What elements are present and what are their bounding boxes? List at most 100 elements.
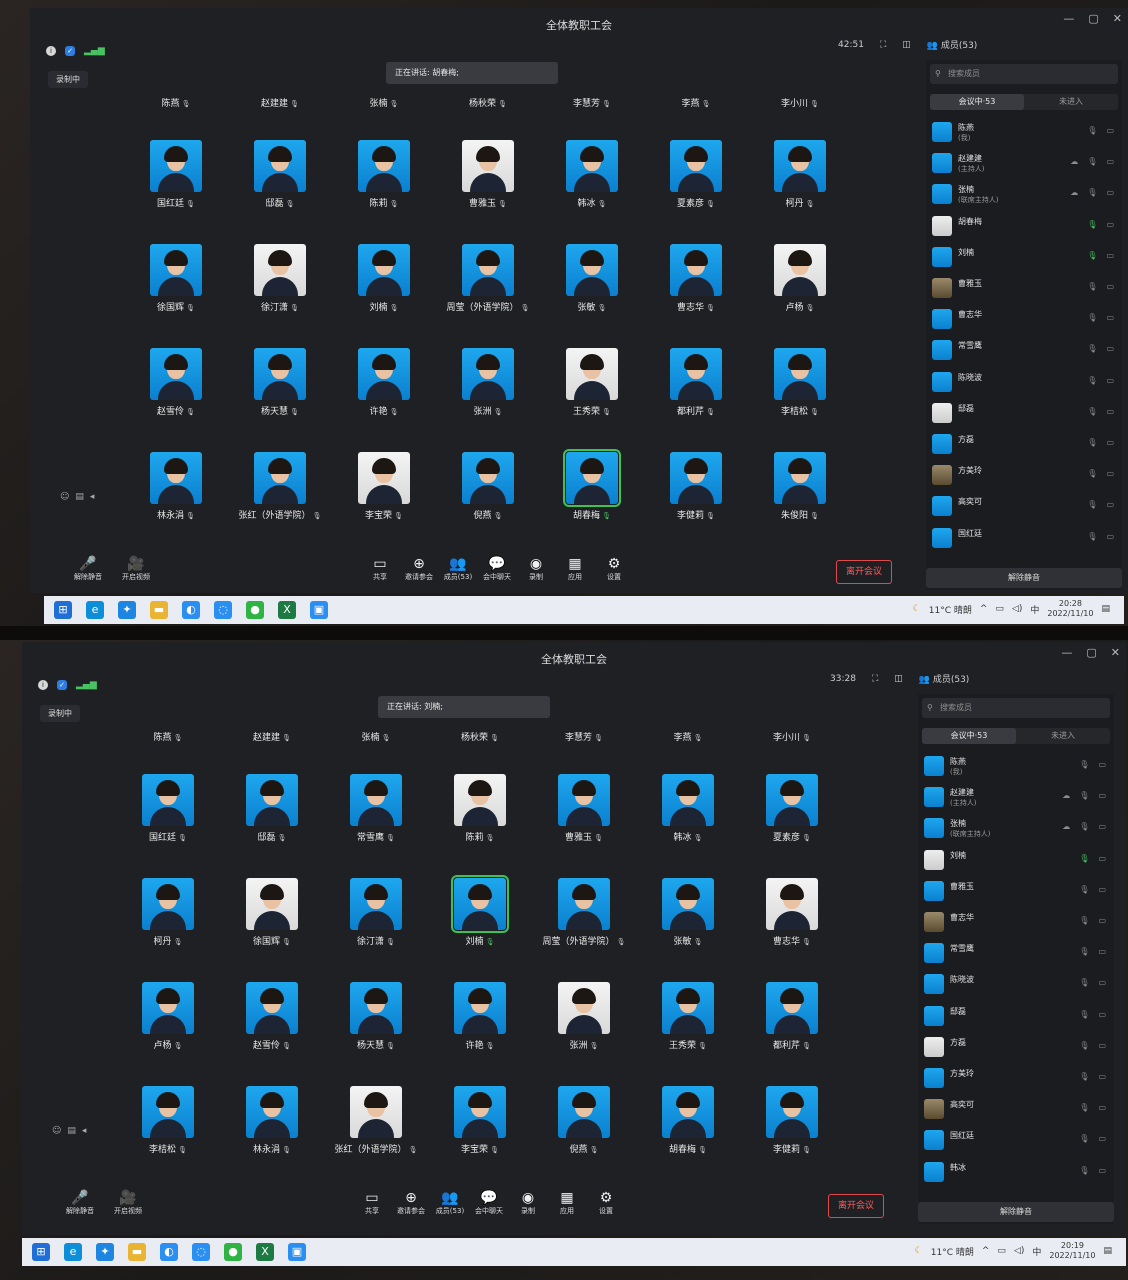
member-row[interactable]: 陈晓波 🎙 ▭	[924, 970, 1110, 1000]
member-camera-icon[interactable]: ▭	[1106, 126, 1114, 135]
app-icon[interactable]: ✦	[118, 601, 136, 619]
member-row[interactable]: 曹志华 🎙 ▭	[932, 305, 1118, 335]
chat-button[interactable]: 💬 会中聊天	[477, 556, 517, 582]
member-camera-icon[interactable]: ▭	[1106, 376, 1114, 385]
emoji-icon[interactable]: ☺	[52, 1126, 61, 1136]
video-tile[interactable]: 林永涓 🎙	[126, 446, 226, 546]
member-row[interactable]: 方美玲 🎙 ▭	[932, 461, 1118, 491]
invite-button[interactable]: ⊕ 邀请参会	[391, 1190, 431, 1216]
member-mic-icon[interactable]: 🎙	[1087, 500, 1097, 509]
member-row[interactable]: 方磊 🎙 ▭	[924, 1033, 1110, 1063]
video-tile[interactable]: 林永涓 🎙	[222, 1080, 322, 1180]
video-tile[interactable]: 韩冰 🎙	[638, 768, 738, 868]
chat-button[interactable]: 💬 会中聊天	[469, 1190, 509, 1216]
leave-meeting-button[interactable]: 离开会议	[828, 1194, 884, 1218]
video-tile[interactable]: 曹志华 🎙	[742, 872, 842, 972]
settings-button[interactable]: ⚙ 设置	[586, 1190, 626, 1216]
member-row[interactable]: 陈燕 (我) 🎙 ▭	[932, 118, 1118, 148]
member-mic-icon[interactable]: 🎙	[1087, 251, 1097, 260]
member-mic-icon[interactable]: 🎙	[1079, 947, 1089, 956]
member-mic-icon[interactable]: 🎙	[1087, 407, 1097, 416]
member-row[interactable]: 陈晓波 🎙 ▭	[932, 368, 1118, 398]
video-tile[interactable]: 曹雅玉 🎙	[534, 768, 634, 868]
member-camera-icon[interactable]: ▭	[1106, 251, 1114, 260]
video-tile[interactable]: 李桔松 🎙	[750, 342, 850, 442]
video-tile[interactable]: 张洲 🎙	[534, 976, 634, 1076]
search-app-icon[interactable]: ◌	[192, 1243, 210, 1261]
member-camera-icon[interactable]: ▭	[1106, 500, 1114, 509]
video-tile[interactable]: 张红（外语学院） 🎙	[230, 446, 330, 546]
unmute-button[interactable]: 🎤 解除静音	[68, 556, 108, 582]
search-input[interactable]: ⚲ 搜索成员	[922, 698, 1110, 718]
video-tile[interactable]: 倪燕 🎙	[534, 1080, 634, 1180]
member-camera-icon[interactable]: ▭	[1106, 313, 1114, 322]
minimize-icon[interactable]: —	[1063, 12, 1074, 25]
video-tile[interactable]: 柯丹 🎙	[118, 872, 218, 972]
tray-chevron-icon[interactable]: ^	[980, 604, 988, 614]
clock[interactable]: 20:28 2022/11/10	[1047, 599, 1093, 619]
edge-icon[interactable]: e	[64, 1243, 82, 1261]
video-tile[interactable]: 陈莉 🎙	[430, 768, 530, 868]
member-camera-icon[interactable]: ▭	[1098, 854, 1106, 863]
member-mic-icon[interactable]: 🎙	[1087, 469, 1097, 478]
chat-bubble-icon[interactable]: ▤	[67, 1126, 76, 1136]
member-mic-icon[interactable]: 🎙	[1079, 1010, 1089, 1019]
member-row[interactable]: 胡春梅 🎙 ▭	[932, 212, 1118, 242]
record-button[interactable]: ◉ 录制	[516, 556, 556, 582]
member-row[interactable]: 常雪鹰 🎙 ▭	[932, 336, 1118, 366]
network-icon[interactable]: ▭	[997, 1246, 1006, 1256]
member-camera-icon[interactable]: ▭	[1098, 760, 1106, 769]
video-tile[interactable]: 张洲 🎙	[438, 342, 538, 442]
video-tile[interactable]: 徐汀潇 🎙	[326, 872, 426, 972]
meeting-app-icon[interactable]: ◐	[160, 1243, 178, 1261]
excel-icon[interactable]: X	[256, 1243, 274, 1261]
share-button[interactable]: ▭ 共享	[352, 1190, 392, 1216]
member-mic-icon[interactable]: 🎙	[1079, 1134, 1089, 1143]
member-row[interactable]: 曹志华 🎙 ▭	[924, 908, 1110, 938]
layout-icon[interactable]: ◫	[902, 40, 911, 50]
video-tile[interactable]: 夏素彦 🎙	[646, 134, 746, 234]
member-mic-icon[interactable]: 🎙	[1079, 978, 1089, 987]
video-tile[interactable]: 徐国辉 🎙	[222, 872, 322, 972]
notification-icon[interactable]: ▤	[1101, 604, 1110, 614]
member-row[interactable]: 张楠 (联席主持人) ☁ 🎙 ▭	[932, 180, 1118, 210]
member-row[interactable]: 刘楠 🎙 ▭	[932, 243, 1118, 273]
video-tile[interactable]: 周莹（外语学院） 🎙	[534, 872, 634, 972]
member-camera-icon[interactable]: ▭	[1098, 885, 1106, 894]
start-video-button[interactable]: 🎥 开启视频	[116, 556, 156, 582]
member-camera-icon[interactable]: ▭	[1106, 157, 1114, 166]
member-row[interactable]: 邸磊 🎙 ▭	[924, 1002, 1110, 1032]
windows-start-icon[interactable]: ⊞	[54, 601, 72, 619]
members-toggle[interactable]: 👥 成员(53)	[927, 38, 978, 51]
member-row[interactable]: 国红廷 🎙 ▭	[924, 1126, 1110, 1156]
maximize-icon[interactable]: ▢	[1086, 646, 1096, 659]
info-icon[interactable]: i	[46, 46, 56, 56]
member-mic-icon[interactable]: 🎙	[1087, 376, 1097, 385]
volume-icon[interactable]: ◁)	[1014, 1246, 1024, 1256]
network-icon[interactable]: ▭	[995, 604, 1004, 614]
member-mic-icon[interactable]: 🎙	[1079, 885, 1089, 894]
member-mic-icon[interactable]: 🎙	[1079, 822, 1089, 831]
member-camera-icon[interactable]: ▭	[1106, 438, 1114, 447]
collapse-icon[interactable]: ◂	[90, 492, 95, 502]
edge-icon[interactable]: e	[86, 601, 104, 619]
ime-indicator[interactable]: 中	[1030, 603, 1039, 616]
member-mic-icon[interactable]: 🎙	[1087, 220, 1097, 229]
video-tile[interactable]: 国红廷 🎙	[118, 768, 218, 868]
video-tile[interactable]: 李宝荣 🎙	[334, 446, 434, 546]
video-tile[interactable]: 李健莉 🎙	[742, 1080, 842, 1180]
fullscreen-icon[interactable]: ⛶	[872, 674, 878, 684]
video-tile[interactable]: 许艳 🎙	[430, 976, 530, 1076]
member-row[interactable]: 陈燕 (我) 🎙 ▭	[924, 752, 1110, 782]
apps-button[interactable]: ▦ 应用	[547, 1190, 587, 1216]
close-icon[interactable]: ✕	[1111, 646, 1120, 659]
video-tile[interactable]: 卢杨 🎙	[118, 976, 218, 1076]
member-row[interactable]: 高奕可 🎙 ▭	[932, 492, 1118, 522]
member-camera-icon[interactable]: ▭	[1098, 916, 1106, 925]
excel-icon[interactable]: X	[278, 601, 296, 619]
member-camera-icon[interactable]: ▭	[1098, 822, 1106, 831]
video-tile[interactable]: 张红（外语学院） 🎙	[326, 1080, 426, 1180]
video-tile[interactable]: 夏素彦 🎙	[742, 768, 842, 868]
video-tile[interactable]: 邸磊 🎙	[230, 134, 330, 234]
share-button[interactable]: ▭ 共享	[360, 556, 400, 582]
